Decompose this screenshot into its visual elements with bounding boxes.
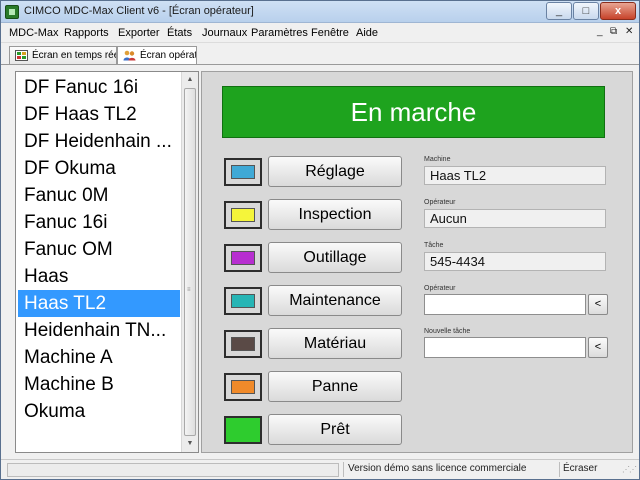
- reglage-button[interactable]: Réglage: [268, 156, 402, 187]
- task-label: Tâche: [424, 242, 444, 249]
- license-status: Version démo sans licence commerciale: [348, 463, 527, 474]
- resize-grip-icon[interactable]: ⋰⋰: [622, 465, 637, 474]
- state-color-swatch: [224, 330, 262, 358]
- state-color-swatch: [224, 201, 262, 229]
- operator-input[interactable]: [424, 294, 586, 315]
- state-row-pret: Prêt: [224, 414, 404, 448]
- machine-field: Haas TL2: [424, 166, 606, 185]
- new-task-input[interactable]: [424, 337, 586, 358]
- list-scrollbar[interactable]: ▲ ≡ ▼: [181, 72, 198, 452]
- scroll-thumb[interactable]: ≡: [184, 88, 196, 436]
- operator-input-label: Opérateur: [424, 285, 456, 292]
- inspection-button[interactable]: Inspection: [268, 199, 402, 230]
- list-item[interactable]: Fanuc 0M: [18, 182, 180, 209]
- mdi-close-icon[interactable]: ✕: [625, 26, 633, 37]
- operator-label: Opérateur: [424, 199, 456, 206]
- menu-bar: MDC-Max Rapports Exporter États Journaux…: [1, 23, 639, 43]
- mdi-restore-icon[interactable]: ⧉: [610, 26, 617, 37]
- state-row-outillage: Outillage: [224, 242, 404, 276]
- materiau-button[interactable]: Matériau: [268, 328, 402, 359]
- menu-etats[interactable]: États: [167, 27, 192, 39]
- scroll-up-icon[interactable]: ▲: [182, 72, 198, 88]
- machine-status-banner: En marche: [222, 86, 605, 138]
- overwrite-mode-status: Écraser: [563, 463, 598, 474]
- state-color-swatch: [224, 244, 262, 272]
- machine-list[interactable]: DF Fanuc 16i DF Haas TL2 DF Heidenhain .…: [15, 71, 199, 453]
- document-tabs: Écran en temps réel Écran opérateur: [1, 43, 639, 65]
- pret-button[interactable]: Prêt: [268, 414, 402, 445]
- menu-aide[interactable]: Aide: [356, 27, 378, 39]
- new-task-pick-button[interactable]: <: [588, 337, 608, 358]
- state-row-materiau: Matériau: [224, 328, 404, 362]
- menu-fenetre[interactable]: Fenêtre: [311, 27, 349, 39]
- operators-icon: [123, 50, 136, 61]
- machine-label: Machine: [424, 156, 451, 163]
- list-item[interactable]: DF Okuma: [18, 155, 180, 182]
- panne-button[interactable]: Panne: [268, 371, 402, 402]
- state-row-inspection: Inspection: [224, 199, 404, 233]
- outillage-button[interactable]: Outillage: [268, 242, 402, 273]
- scroll-down-icon[interactable]: ▼: [182, 436, 198, 452]
- state-row-maintenance: Maintenance: [224, 285, 404, 319]
- menu-mdc-max[interactable]: MDC-Max: [9, 27, 59, 39]
- tab-realtime-screen[interactable]: Écran en temps réel: [9, 46, 117, 65]
- list-item[interactable]: Fanuc OM: [18, 236, 180, 263]
- operator-panel: En marche Réglage Inspection Outillage M…: [201, 71, 633, 453]
- operator-pick-button[interactable]: <: [588, 294, 608, 315]
- state-color-swatch: [224, 158, 262, 186]
- tab-realtime-label: Écran en temps réel: [32, 50, 117, 61]
- list-item[interactable]: Fanuc 16i: [18, 209, 180, 236]
- mdi-minimize-icon[interactable]: _: [597, 26, 603, 37]
- list-item[interactable]: Haas: [18, 263, 180, 290]
- grip-icon: ≡: [187, 287, 191, 293]
- maximize-button[interactable]: □: [573, 2, 599, 20]
- state-color-swatch: [224, 287, 262, 315]
- list-item[interactable]: DF Heidenhain ...: [18, 128, 180, 155]
- close-button[interactable]: x: [600, 2, 636, 20]
- tab-operator-label: Écran opérateur: [140, 50, 197, 61]
- status-separator: [559, 462, 560, 477]
- state-color-swatch: [224, 373, 262, 401]
- list-item[interactable]: Heidenhain TN...: [18, 317, 180, 344]
- list-item-selected[interactable]: Haas TL2: [18, 290, 180, 317]
- minimize-button[interactable]: _: [546, 2, 572, 20]
- tab-divider: [1, 64, 639, 65]
- list-item[interactable]: Machine A: [18, 344, 180, 371]
- status-separator: [343, 462, 344, 477]
- list-item[interactable]: DF Fanuc 16i: [18, 74, 180, 101]
- list-item[interactable]: Okuma: [18, 398, 180, 425]
- title-bar[interactable]: CIMCO MDC-Max Client v6 - [Écran opérate…: [1, 1, 639, 23]
- new-task-label: Nouvelle tâche: [424, 328, 471, 335]
- state-row-reglage: Réglage: [224, 156, 404, 190]
- operator-field: Aucun: [424, 209, 606, 228]
- list-item[interactable]: DF Haas TL2: [18, 101, 180, 128]
- list-item[interactable]: Machine B: [18, 371, 180, 398]
- status-bar: Version démo sans licence commerciale Éc…: [1, 459, 639, 479]
- tab-operator-screen[interactable]: Écran opérateur: [117, 46, 197, 65]
- menu-exporter[interactable]: Exporter: [118, 27, 160, 39]
- app-window: CIMCO MDC-Max Client v6 - [Écran opérate…: [0, 0, 640, 480]
- task-field: 545-4434: [424, 252, 606, 271]
- maintenance-button[interactable]: Maintenance: [268, 285, 402, 316]
- menu-rapports[interactable]: Rapports: [64, 27, 109, 39]
- menu-journaux[interactable]: Journaux: [202, 27, 247, 39]
- operator-screen: DF Fanuc 16i DF Haas TL2 DF Heidenhain .…: [7, 67, 633, 455]
- window-title: CIMCO MDC-Max Client v6 - [Écran opérate…: [24, 5, 254, 17]
- app-icon: [5, 5, 19, 19]
- state-color-swatch: [224, 416, 262, 444]
- realtime-screen-icon: [15, 50, 28, 61]
- menu-parametres[interactable]: Paramètres: [251, 27, 308, 39]
- state-row-panne: Panne: [224, 371, 404, 405]
- status-progress-area: [7, 463, 339, 477]
